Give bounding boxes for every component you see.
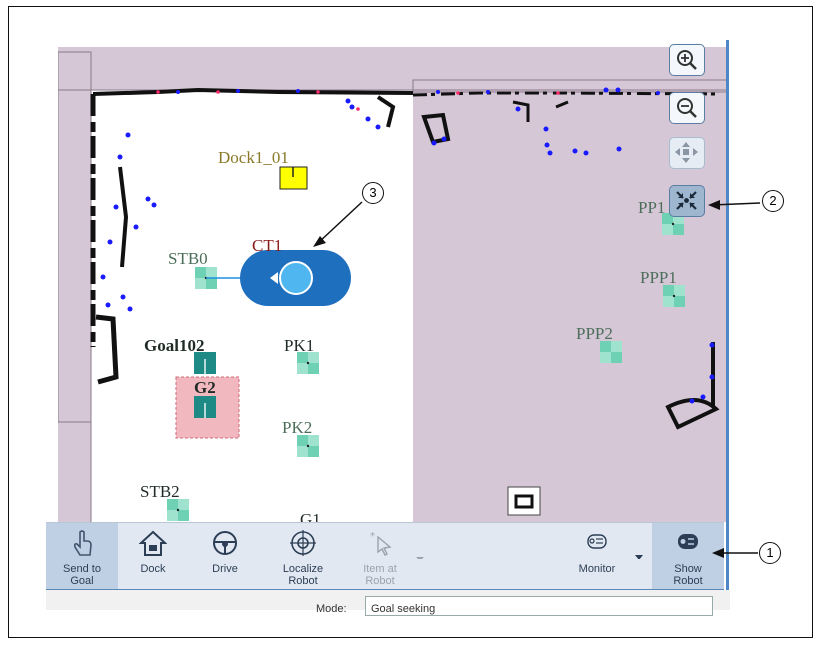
bottom-toolbar: Send to Goal Dock Drive Localize Robot * — [46, 522, 724, 591]
localize-target-icon — [290, 530, 316, 556]
label-goal102: Goal102 — [144, 336, 205, 355]
house-icon — [139, 530, 167, 556]
ppp2-marker — [600, 341, 622, 363]
cursor-sparkle-icon: * — [370, 531, 392, 556]
label-stb0: STB0 — [168, 249, 208, 268]
monitor-dropdown[interactable] — [630, 523, 648, 589]
zoom-out-icon — [677, 98, 697, 118]
show-robot-icon — [678, 534, 698, 549]
callout-1: 1 — [759, 542, 781, 564]
label-stb2: STB2 — [140, 482, 180, 501]
zoom-in-button[interactable] — [669, 44, 705, 76]
callout-3: 3 — [362, 182, 384, 204]
map-right-border — [726, 40, 729, 590]
label-ppp2: PPP2 — [576, 324, 613, 343]
show-robot-center-icon — [676, 191, 697, 210]
item-at-robot-dropdown[interactable] — [410, 523, 430, 589]
localize-robot-label: Localize Robot — [282, 563, 324, 587]
robot-icon — [240, 250, 351, 306]
send-to-goal-button[interactable]: Send to Goal — [46, 523, 118, 589]
label-pk2: PK2 — [282, 418, 313, 437]
hand-pointer-icon — [73, 530, 92, 556]
drive-button[interactable]: Drive — [196, 523, 254, 589]
label-g1: G1 — [300, 510, 321, 522]
dock-label: Dock — [140, 563, 166, 575]
chevron-down-icon — [416, 557, 424, 559]
label-pk1: PK1 — [284, 336, 315, 355]
chevron-down-icon — [635, 555, 643, 559]
item-at-robot-button[interactable]: * Item at Robot — [350, 523, 410, 589]
mode-label: Mode: — [316, 603, 347, 615]
send-to-goal-label: Send to Goal — [63, 563, 101, 587]
show-robot-button[interactable]: Show Robot — [652, 523, 724, 589]
label-pp1: PP1 — [638, 198, 666, 217]
pan-icon — [675, 142, 698, 163]
monitor-label: Monitor — [578, 563, 616, 575]
center-robot-button[interactable] — [669, 185, 705, 217]
zoom-out-button[interactable] — [669, 92, 705, 124]
mode-field: Goal seeking — [365, 596, 713, 616]
map-view[interactable]: Dock1_01 CT1 STB0 Goal102 PK1 G2 PK2 STB… — [58, 47, 728, 522]
drive-label: Drive — [212, 563, 238, 575]
label-ppp1: PPP1 — [640, 268, 677, 287]
show-robot-label: Show Robot — [673, 563, 703, 587]
svg-text:*: * — [370, 531, 375, 542]
label-ct1: CT1 — [252, 236, 283, 255]
monitor-button[interactable]: Monitor — [566, 523, 628, 589]
dock-button[interactable]: Dock — [124, 523, 182, 589]
localize-robot-button[interactable]: Localize Robot — [272, 523, 334, 589]
steering-wheel-icon — [213, 531, 237, 555]
robot-monitor-icon — [587, 534, 607, 549]
item-at-robot-label: Item at Robot — [363, 563, 397, 587]
label-g2: G2 — [194, 378, 216, 397]
map-canvas[interactable] — [58, 47, 728, 522]
label-dock: Dock1_01 — [218, 148, 289, 167]
pan-button[interactable] — [669, 137, 705, 169]
zoom-in-icon — [677, 50, 697, 70]
callout-2: 2 — [762, 190, 784, 212]
